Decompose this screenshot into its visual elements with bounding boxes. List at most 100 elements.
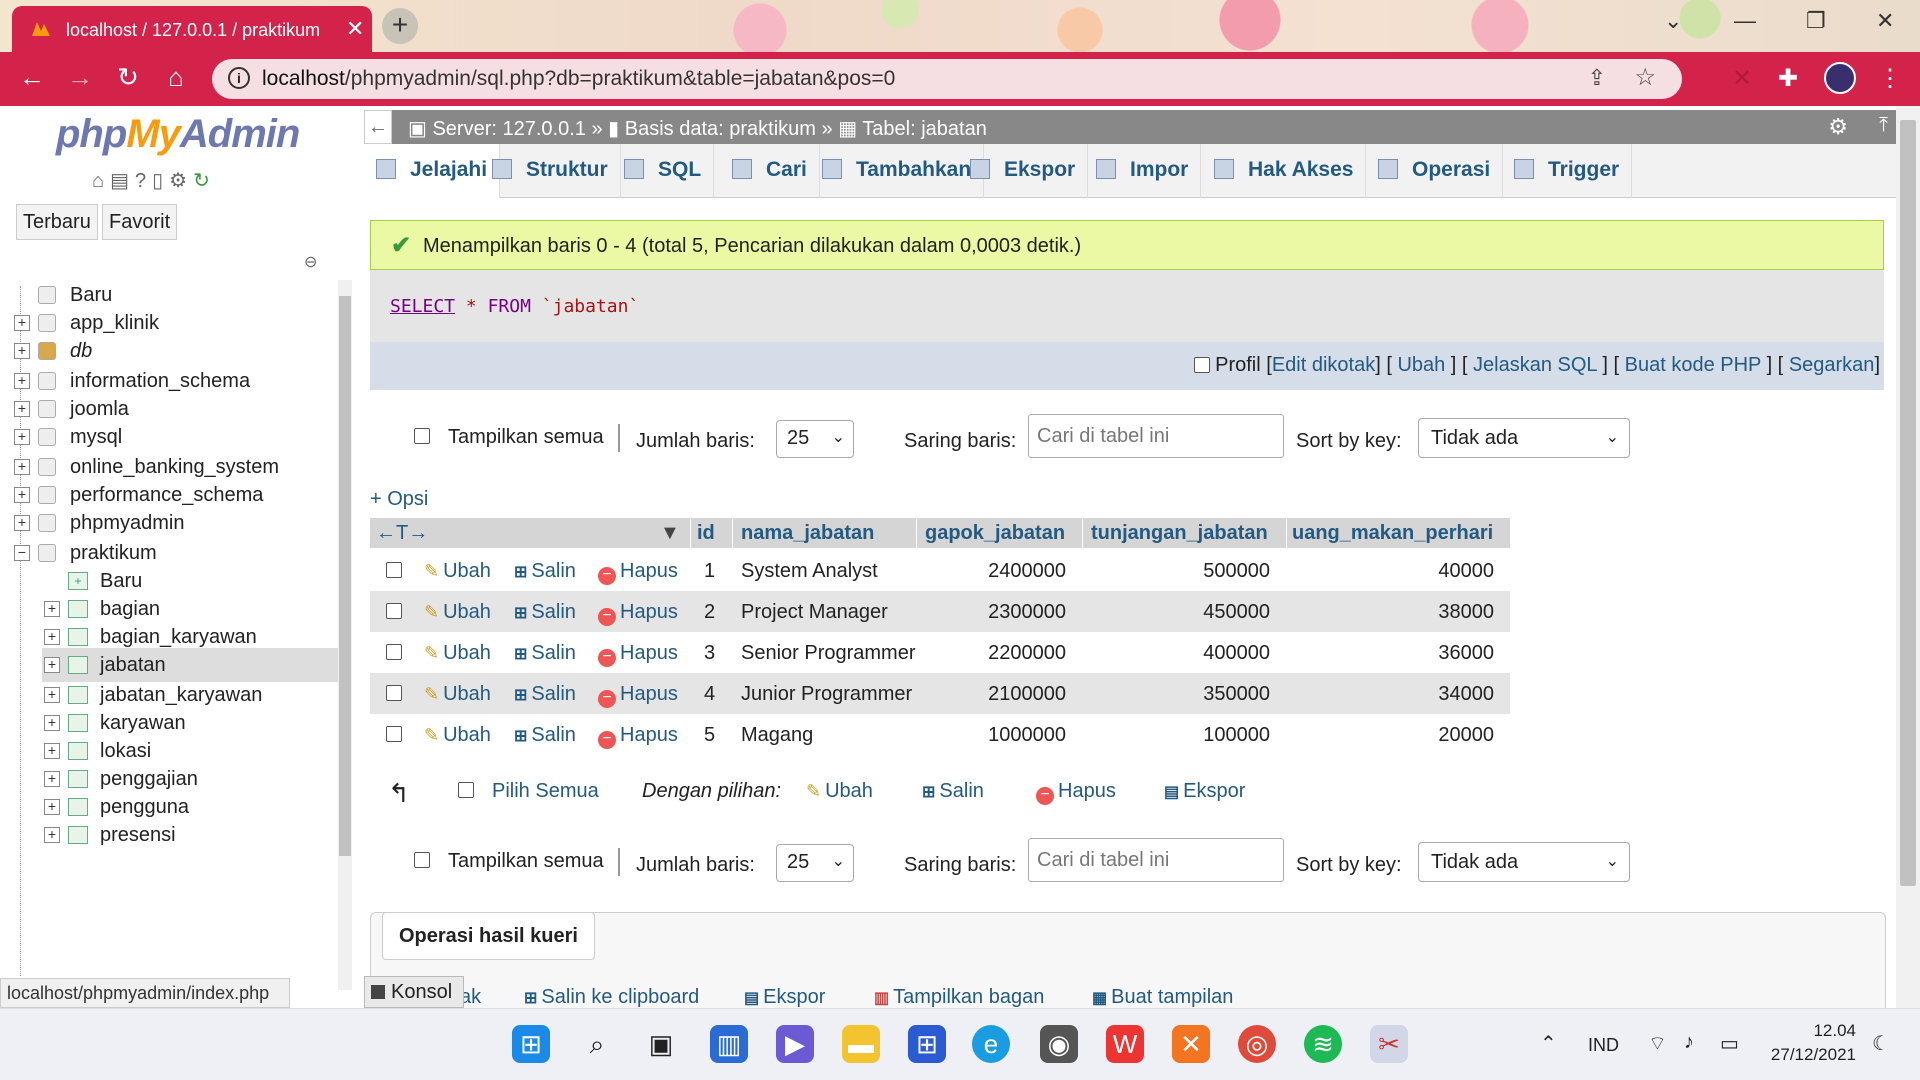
- collapse-top-icon[interactable]: ⤒: [1879, 114, 1888, 137]
- row-copy-link[interactable]: ⊞ Salin: [514, 560, 576, 583]
- tree-item-mysql[interactable]: + mysql: [14, 420, 334, 454]
- cell-id[interactable]: 1: [704, 560, 715, 583]
- database-icon[interactable]: [38, 400, 56, 418]
- extensions-icon[interactable]: ✚: [1778, 64, 1798, 93]
- database-icon[interactable]: [38, 486, 56, 504]
- expand-icon[interactable]: +: [44, 657, 60, 673]
- cell-uang-makan[interactable]: 36000: [1310, 642, 1494, 665]
- tab-operations[interactable]: Operasi: [1366, 144, 1504, 198]
- table-icon[interactable]: [68, 826, 88, 844]
- spotify-icon[interactable]: ≋: [1304, 1025, 1342, 1063]
- cell-nama-jabatan[interactable]: Senior Programmer: [741, 642, 916, 665]
- cell-id[interactable]: 3: [704, 642, 715, 665]
- row-delete-link[interactable]: − Hapus: [598, 560, 678, 585]
- expand-icon[interactable]: +: [14, 459, 30, 475]
- database-icon[interactable]: [38, 544, 56, 562]
- cell-id[interactable]: 4: [704, 683, 715, 706]
- select-all-link[interactable]: Pilih Semua: [492, 780, 599, 803]
- new-database-icon[interactable]: [38, 286, 56, 304]
- widgets-icon[interactable]: ▥: [710, 1025, 748, 1063]
- cell-nama-jabatan[interactable]: Project Manager: [741, 601, 888, 624]
- teams-icon[interactable]: ▶: [776, 1025, 814, 1063]
- address-bar[interactable]: i localhost/phpmyadmin/sql.php?db=prakti…: [212, 59, 1682, 99]
- cell-uang-makan[interactable]: 20000: [1310, 724, 1494, 747]
- row-checkbox[interactable]: [386, 603, 402, 619]
- table-icon[interactable]: [68, 628, 88, 646]
- expand-icon[interactable]: +: [14, 487, 30, 503]
- restore-icon[interactable]: ❐: [1806, 8, 1826, 34]
- database-icon[interactable]: [38, 458, 56, 476]
- minimize-icon[interactable]: —: [1734, 8, 1756, 34]
- cell-gapok[interactable]: 1000000: [930, 724, 1066, 747]
- profile-avatar[interactable]: [1824, 62, 1856, 94]
- settings-gear-icon[interactable]: ⚙: [1828, 114, 1848, 140]
- row-checkbox[interactable]: [386, 726, 402, 742]
- bulk-edit-button[interactable]: ✎ Ubah: [806, 780, 873, 803]
- forward-icon[interactable]: →: [62, 62, 98, 93]
- row-edit-link[interactable]: ✎ Ubah: [424, 560, 491, 583]
- cell-tunjangan[interactable]: 500000: [1110, 560, 1270, 583]
- cell-gapok[interactable]: 2200000: [930, 642, 1066, 665]
- create-view-link[interactable]: ▦ Buat tampilan: [1092, 986, 1233, 1009]
- expand-icon[interactable]: +: [44, 743, 60, 759]
- expand-icon[interactable]: +: [44, 601, 60, 617]
- cell-tunjangan[interactable]: 100000: [1110, 724, 1270, 747]
- sort-select[interactable]: Tidak ada ⌄: [1418, 842, 1630, 882]
- phpmyadmin-logo[interactable]: phpMyAdmin: [56, 112, 300, 157]
- row-checkbox[interactable]: [386, 562, 402, 578]
- tree-item-label[interactable]: phpmyadmin: [70, 506, 185, 540]
- row-edit-link[interactable]: ✎ Ubah: [424, 724, 491, 747]
- site-info-icon[interactable]: i: [228, 67, 250, 89]
- tree-item-phpmyadmin[interactable]: + phpmyadmin: [14, 506, 334, 540]
- tree-item-presensi[interactable]: + presensi: [14, 818, 334, 852]
- task-view-icon[interactable]: ▣: [642, 1025, 680, 1063]
- database-icon[interactable]: [38, 514, 56, 532]
- tree-item-label[interactable]: db: [70, 334, 92, 368]
- tab-search-icon[interactable]: ⌄: [1664, 8, 1682, 34]
- cell-uang-makan[interactable]: 40000: [1310, 560, 1494, 583]
- cell-nama-jabatan[interactable]: System Analyst: [741, 560, 878, 583]
- bookmark-star-icon[interactable]: ☆: [1634, 63, 1656, 92]
- refresh-link[interactable]: Segarkan: [1789, 354, 1875, 376]
- wifi-icon[interactable]: ⌔: [1648, 1031, 1667, 1056]
- share-icon[interactable]: ⇪: [1588, 65, 1606, 91]
- col-uang-makan[interactable]: uang_makan_perhari: [1292, 522, 1493, 545]
- select-all-checkbox[interactable]: [458, 782, 474, 798]
- tree-item-db[interactable]: + db: [14, 334, 334, 368]
- battery-icon[interactable]: ▭: [1720, 1031, 1739, 1056]
- expand-icon[interactable]: +: [44, 687, 60, 703]
- tab-search[interactable]: Cari: [720, 144, 820, 198]
- bulk-delete-button[interactable]: − Hapus: [1036, 780, 1116, 805]
- tab-import[interactable]: Impor: [1084, 144, 1202, 198]
- col-nama-jabatan[interactable]: nama_jabatan: [741, 522, 874, 545]
- database-icon[interactable]: [38, 372, 56, 390]
- clock[interactable]: 12.04 27/12/2021: [1770, 1021, 1856, 1065]
- favorites-tab[interactable]: Favorit: [102, 204, 178, 240]
- chrome-icon[interactable]: ◎: [1238, 1025, 1276, 1063]
- collapse-panel-icon[interactable]: ←: [364, 110, 392, 144]
- docs-icon[interactable]: ▯: [152, 170, 169, 192]
- recent-tab[interactable]: Terbaru: [16, 204, 98, 240]
- cell-gapok[interactable]: 2300000: [930, 601, 1066, 624]
- display-chart-link[interactable]: ▥ Tampilkan bagan: [874, 986, 1044, 1009]
- options-link[interactable]: + Opsi: [370, 488, 428, 511]
- tab-trigger[interactable]: Trigger: [1502, 144, 1633, 198]
- rows-select[interactable]: 25 ⌄: [776, 420, 854, 458]
- reload-nav-icon[interactable]: ↻: [193, 170, 216, 192]
- database-icon[interactable]: [38, 428, 56, 446]
- table-icon[interactable]: [68, 742, 88, 760]
- logout-icon[interactable]: ▤: [110, 170, 135, 192]
- database-icon[interactable]: [38, 314, 56, 332]
- row-copy-link[interactable]: ⊞ Salin: [514, 683, 576, 706]
- tree-item-label[interactable]: presensi: [100, 818, 176, 852]
- tab-structure[interactable]: Struktur: [480, 144, 621, 198]
- volume-icon[interactable]: ♪: [1684, 1031, 1694, 1054]
- extension-x-icon[interactable]: ✕: [1732, 64, 1752, 93]
- tab-close-icon[interactable]: ✕: [346, 16, 364, 42]
- profil-checkbox[interactable]: [1193, 357, 1210, 373]
- store-icon[interactable]: ⊞: [908, 1025, 946, 1063]
- tab-privileges[interactable]: Hak Akses: [1202, 144, 1367, 198]
- edit-link[interactable]: Ubah: [1397, 354, 1445, 376]
- expand-icon[interactable]: +: [14, 515, 30, 531]
- row-checkbox[interactable]: [386, 685, 402, 701]
